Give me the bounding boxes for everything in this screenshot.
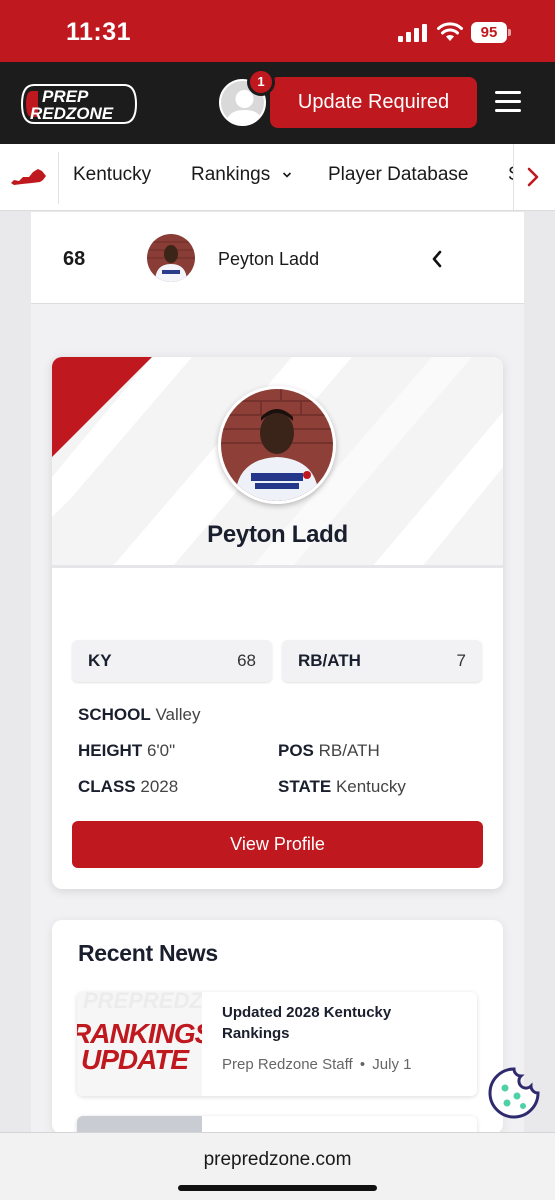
- browser-url[interactable]: prepredzone.com: [0, 1149, 555, 1171]
- notification-badge: 1: [247, 68, 275, 96]
- nav-scroll-right-button[interactable]: [513, 144, 555, 210]
- recent-news-heading: Recent News: [78, 940, 218, 966]
- news-separator: •: [359, 1056, 366, 1073]
- news-item[interactable]: PREPREDZ RANKINGS UPDATE Updated 2028 Ke…: [77, 992, 477, 1096]
- news-headline: Updated 2028 Kentucky Rankings: [222, 1004, 392, 1042]
- info-value: RB/ATH: [318, 741, 380, 760]
- news-author: Prep Redzone Staff: [222, 1056, 353, 1073]
- info-height: HEIGHT 6'0": [78, 741, 175, 761]
- player-thumbnail: [147, 234, 195, 282]
- hamburger-menu-icon[interactable]: [495, 91, 521, 113]
- stat-label: RB/ATH: [298, 651, 361, 670]
- info-label: CLASS: [78, 777, 136, 796]
- stat-label: KY: [88, 651, 112, 670]
- cookie-settings-icon[interactable]: [487, 1066, 541, 1120]
- cellular-signal-icon: [398, 24, 427, 42]
- chevron-down-icon: [282, 172, 291, 178]
- site-header: PREP REDZONE Update Required: [0, 62, 555, 144]
- clock: 11:31: [66, 18, 132, 46]
- info-value: Valley: [155, 705, 201, 724]
- home-indicator[interactable]: [178, 1185, 377, 1191]
- player-photo: [218, 386, 336, 504]
- stat-box-state-rank: KY 68: [72, 640, 272, 682]
- info-label: SCHOOL: [78, 705, 151, 724]
- info-value: 6'0": [146, 741, 176, 760]
- player-strip-name: Peyton Ladd: [218, 249, 320, 269]
- nav-item-rankings[interactable]: Rankings: [191, 164, 292, 186]
- battery-level: 95: [471, 22, 507, 43]
- browser-address-bar: prepredzone.com: [0, 1132, 555, 1200]
- battery-icon: 95: [471, 22, 511, 43]
- stat-value: 68: [237, 651, 256, 670]
- view-profile-button[interactable]: View Profile: [72, 821, 483, 868]
- info-label: POS: [278, 741, 314, 760]
- nav-item-kentucky[interactable]: Kentucky: [73, 164, 151, 186]
- recent-news-section: Recent News PREPREDZ RANKINGS UPDATE Upd…: [52, 920, 503, 1134]
- prep-redzone-logo[interactable]: PREP REDZONE: [20, 81, 140, 127]
- info-school: SCHOOL Valley: [78, 705, 201, 725]
- news-meta: Prep Redzone Staff • July 1: [222, 1056, 411, 1073]
- info-value: 2028: [140, 777, 179, 796]
- info-position: POS RB/ATH: [278, 741, 380, 761]
- wifi-icon: [437, 22, 463, 41]
- thumb-text-line2: UPDATE: [81, 1044, 189, 1075]
- chevron-left-icon[interactable]: [431, 250, 443, 268]
- stat-box-position-rank: RB/ATH 7: [282, 640, 482, 682]
- player-card: Peyton Ladd KY 68 RB/ATH 7 SCHOOL Valley…: [52, 357, 503, 889]
- info-label: HEIGHT: [78, 741, 143, 760]
- player-card-name: Peyton Ladd: [207, 521, 348, 548]
- player-rank-number: 68: [63, 248, 86, 270]
- stat-value: 7: [456, 651, 466, 670]
- news-date: July 1: [372, 1056, 412, 1073]
- logo-text-redzone: REDZONE: [30, 104, 114, 123]
- player-rank-strip: 68 Peyton Ladd: [31, 212, 524, 304]
- news-thumbnail: PREPREDZ RANKINGS UPDATE: [77, 992, 202, 1096]
- state-nav-bar: Kentucky Rankings Player Database S: [0, 144, 555, 211]
- nav-item-player-database[interactable]: Player Database: [328, 164, 468, 186]
- status-bar: 11:31 95: [0, 0, 555, 62]
- info-state: STATE Kentucky: [278, 777, 406, 797]
- info-class: CLASS 2028: [78, 777, 178, 797]
- chevron-right-icon: [527, 167, 539, 187]
- info-label: STATE: [278, 777, 332, 796]
- nav-item-rankings-label: Rankings: [191, 164, 271, 185]
- update-required-button[interactable]: Update Required: [270, 77, 477, 128]
- kentucky-state-icon[interactable]: [10, 166, 48, 188]
- info-value: Kentucky: [335, 777, 406, 796]
